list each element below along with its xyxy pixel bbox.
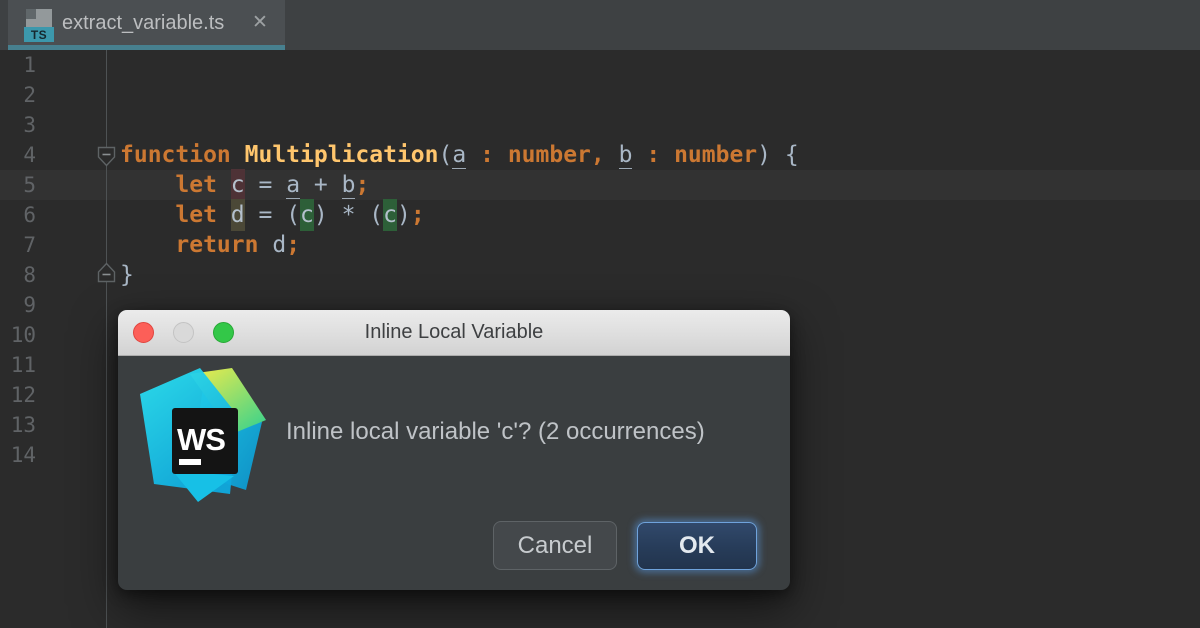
line-number: 13 (0, 410, 36, 440)
close-traffic-light[interactable] (133, 322, 154, 343)
webstorm-logo: WS (134, 366, 270, 502)
code-line-5: let c = a + b; (120, 170, 369, 200)
tab-close-icon[interactable]: ✕ (252, 0, 268, 45)
minimize-traffic-light[interactable] (173, 322, 194, 343)
line-number: 11 (0, 350, 36, 380)
line-number: 8 (0, 260, 36, 290)
ts-badge: TS (24, 27, 54, 42)
inline-local-variable-dialog: Inline Local Variable WS Inli (118, 310, 790, 590)
code-line-7: return d; (120, 230, 300, 260)
code-line-6: let d = (c) * (c); (120, 200, 425, 230)
ok-button[interactable]: OK (637, 522, 757, 570)
cancel-button[interactable]: Cancel (493, 521, 617, 570)
zoom-traffic-light[interactable] (213, 322, 234, 343)
fold-marker-collapse-top-icon[interactable] (97, 146, 116, 167)
line-number: 2 (0, 80, 36, 110)
dialog-title-bar[interactable]: Inline Local Variable (118, 310, 790, 356)
line-number: 3 (0, 110, 36, 140)
tab-extract-variable-ts[interactable]: TS extract_variable.ts ✕ (8, 0, 285, 50)
line-number: 4 (0, 140, 36, 170)
editor-tab-bar: TS extract_variable.ts ✕ (0, 0, 1200, 50)
gutter-separator (106, 50, 107, 628)
line-number: 12 (0, 380, 36, 410)
file-fold-corner (26, 9, 36, 19)
typescript-file-icon: TS (24, 8, 54, 42)
tab-title: extract_variable.ts (62, 0, 224, 45)
line-number: 14 (0, 440, 36, 470)
dialog-message: Inline local variable 'c'? (2 occurrence… (286, 418, 780, 446)
code-line-4: function Multiplication(a : number, b : … (120, 140, 799, 170)
line-number: 1 (0, 50, 36, 80)
svg-text:WS: WS (177, 422, 225, 457)
dialog-body: WS Inline local variable 'c'? (2 occurre… (118, 356, 790, 590)
line-number: 5 (0, 170, 36, 200)
line-number: 6 (0, 200, 36, 230)
active-tab-indicator (8, 45, 285, 50)
fold-marker-collapse-bottom-icon[interactable] (97, 262, 116, 283)
line-number: 9 (0, 290, 36, 320)
code-line-8: } (120, 260, 134, 290)
line-number: 10 (0, 320, 36, 350)
line-number: 7 (0, 230, 36, 260)
